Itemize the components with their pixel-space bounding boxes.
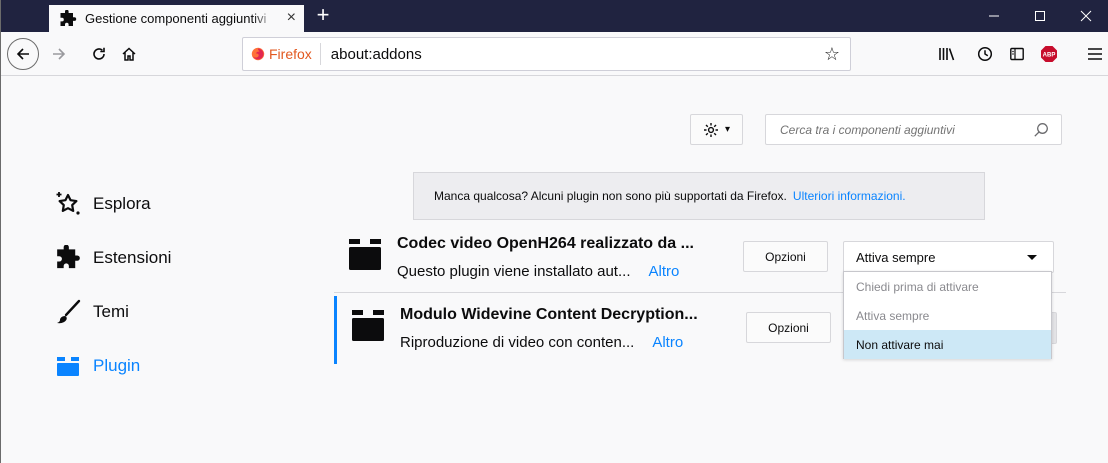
gear-icon	[703, 122, 718, 137]
more-link[interactable]: Altro	[648, 263, 679, 280]
maximize-button[interactable]	[1017, 0, 1063, 32]
adblock-plus-icon: ABP	[1041, 46, 1057, 62]
notice-text: Manca qualcosa? Alcuni plugin non sono p…	[434, 189, 787, 203]
categories-sidebar: Esplora Estensioni Temi Plugin	[53, 177, 253, 393]
new-tab-button[interactable]: +	[309, 4, 337, 28]
dropdown-option-always[interactable]: Attiva sempre	[844, 301, 1051, 330]
brush-icon	[53, 298, 83, 326]
plugin-name: Modulo Widevine Content Decryption...	[400, 306, 698, 323]
home-button[interactable]	[115, 40, 143, 68]
reload-icon	[93, 47, 105, 60]
plugin-name: Codec video OpenH264 realizzato da ...	[397, 235, 694, 252]
search-input[interactable]	[780, 122, 1020, 137]
sidebar-item-label: Plugin	[93, 356, 141, 375]
svg-text:ABP: ABP	[1043, 52, 1056, 58]
tab-close-icon[interactable]: ×	[287, 10, 296, 26]
maximize-icon	[1035, 11, 1045, 21]
addons-search[interactable]	[765, 114, 1062, 145]
plugin-icon	[53, 352, 83, 380]
sidebar-item-estensioni[interactable]: Estensioni	[53, 231, 253, 285]
addons-page: ▾ Esplora Estensioni	[1, 77, 1108, 463]
explore-icon	[53, 190, 83, 218]
adblock-plus-button[interactable]: ABP	[1035, 40, 1063, 68]
forward-arrow-icon	[53, 48, 66, 60]
sidebar-item-label: Temi	[93, 302, 129, 321]
plugin-icon	[349, 239, 381, 270]
home-icon	[122, 47, 136, 61]
sidebar-item-label: Estensioni	[93, 248, 172, 267]
plugin-description-text: Questo plugin viene installato aut...	[397, 263, 631, 280]
browser-window: Gestione componenti aggiuntivi × + Firef…	[0, 0, 1108, 463]
plugin-description-text: Riproduzione di video con conten...	[400, 334, 635, 351]
dropdown-option-never[interactable]: Non attivare mai	[844, 330, 1051, 359]
more-link[interactable]: Altro	[652, 334, 683, 351]
notice-more-info-link[interactable]: Ulteriori informazioni.	[793, 189, 906, 203]
history-button[interactable]	[971, 40, 999, 68]
chevron-down-icon	[1027, 255, 1037, 260]
sidebar-item-label: Esplora	[93, 194, 151, 213]
sidebar-toggle-button[interactable]	[1003, 40, 1031, 68]
clock-icon	[977, 46, 993, 62]
navigation-toolbar: Firefox about:addons ☆ ABP	[1, 32, 1108, 76]
tab-addons-manager[interactable]: Gestione componenti aggiuntivi ×	[49, 5, 304, 32]
plugin-icon	[352, 310, 384, 341]
plugin-notice: Manca qualcosa? Alcuni plugin non sono p…	[413, 172, 985, 220]
tab-strip: Gestione componenti aggiuntivi × +	[1, 0, 1108, 32]
forward-button[interactable]	[45, 40, 73, 68]
sidebar-item-plugin[interactable]: Plugin	[53, 339, 253, 393]
select-value: Attiva sempre	[856, 249, 936, 265]
library-button[interactable]	[933, 40, 961, 68]
minimize-button[interactable]	[971, 0, 1017, 32]
sidebar-item-temi[interactable]: Temi	[53, 285, 253, 339]
back-arrow-icon	[16, 48, 29, 60]
activation-select[interactable]: Attiva sempre	[843, 241, 1054, 273]
search-icon[interactable]	[1033, 122, 1049, 138]
plugin-description: Questo plugin viene installato aut... Alt…	[397, 263, 679, 280]
bookmark-star-icon[interactable]: ☆	[824, 44, 840, 65]
site-identity[interactable]: Firefox	[243, 43, 321, 65]
tab-title: Gestione componenti aggiuntivi	[85, 11, 267, 26]
hamburger-icon	[1088, 48, 1102, 60]
reload-button[interactable]	[85, 40, 113, 68]
url-text: about:addons	[330, 45, 422, 63]
close-icon	[1080, 10, 1092, 22]
minimize-icon	[989, 15, 999, 17]
puzzle-icon	[59, 9, 77, 28]
activation-dropdown: Chiedi prima di attivare Attiva sempre N…	[843, 271, 1052, 359]
options-button[interactable]: Opzioni	[746, 312, 831, 343]
plugin-description: Riproduzione di video con conten... Altro	[400, 334, 683, 351]
dropdown-option-ask[interactable]: Chiedi prima di attivare	[844, 272, 1051, 301]
identity-label: Firefox	[269, 46, 312, 62]
sidebar-item-esplora[interactable]: Esplora	[53, 177, 253, 231]
options-button[interactable]: Opzioni	[743, 241, 828, 272]
puzzle-icon	[53, 244, 83, 272]
back-button[interactable]	[7, 38, 39, 70]
library-icon	[939, 48, 955, 61]
menu-button[interactable]	[1081, 40, 1108, 68]
url-bar[interactable]: Firefox about:addons ☆	[242, 37, 851, 71]
tools-menu-button[interactable]: ▾	[690, 114, 743, 145]
firefox-logo-icon	[251, 47, 265, 61]
sidebar-icon	[1010, 47, 1024, 61]
close-window-button[interactable]	[1063, 0, 1108, 32]
chevron-down-icon: ▾	[724, 124, 731, 135]
